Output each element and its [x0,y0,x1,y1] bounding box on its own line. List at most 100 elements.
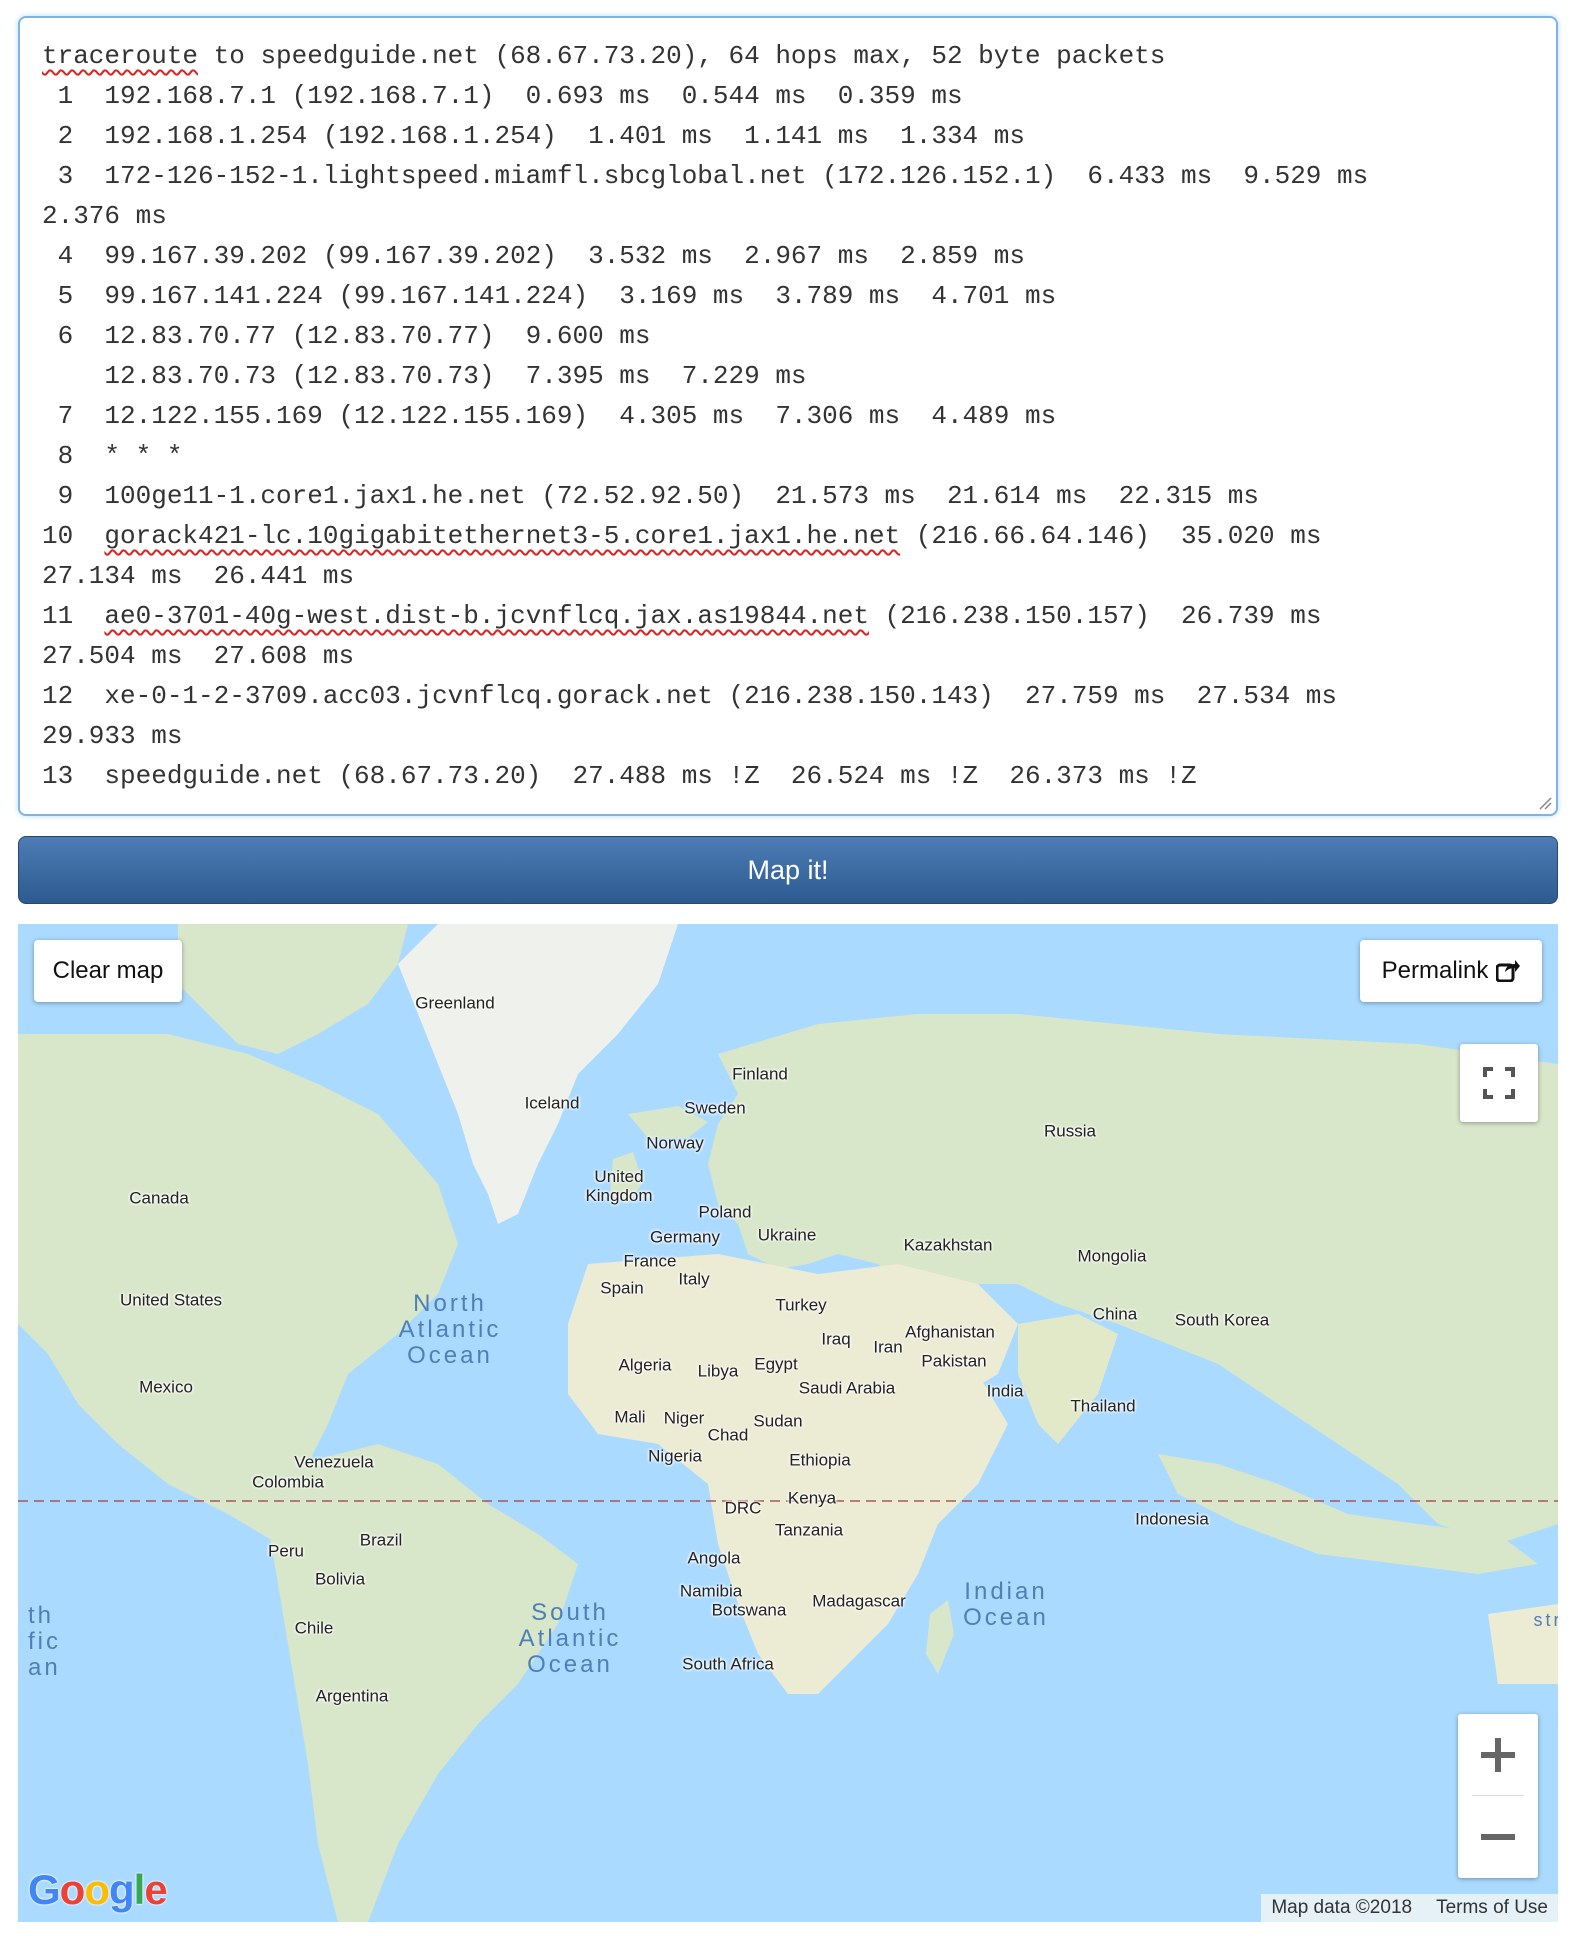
line-text: 27.504 ms 27.608 ms [42,641,355,671]
traceroute-textarea[interactable]: traceroute to speedguide.net (68.67.73.2… [18,16,1558,816]
label-kenya: Kenya [787,1488,837,1508]
label-colombia: Colombia [252,1472,324,1492]
label-russia: Russia [1044,1121,1096,1141]
label-iran: Iran [873,1337,903,1357]
label-egypt: Egypt [754,1354,798,1374]
traceroute-line: 3 172-126-152-1.lightspeed.miamfl.sbcglo… [42,156,1534,196]
label-indonesia: Indonesia [1135,1509,1209,1529]
label-united-states: United States [119,1290,223,1310]
label-chile: Chile [294,1618,334,1638]
label-norway: Norway [646,1133,704,1153]
clear-map-button[interactable]: Clear map [34,940,182,1002]
line-text: 13 speedguide.net (68.67.73.20) 27.488 m… [42,761,1197,791]
label-ethiopia: Ethiopia [789,1450,851,1470]
spellcheck-underlined-text: traceroute [42,41,199,71]
label-north-atlantic-ocean: North Atlantic Ocean [398,1290,502,1369]
label-mongolia: Mongolia [1077,1246,1147,1266]
traceroute-line: 4 99.167.39.202 (99.167.39.202) 3.532 ms… [42,236,1534,276]
label-drc: DRC [724,1498,762,1518]
label-kazakhstan: Kazakhstan [903,1235,993,1255]
minus-icon [1481,1834,1515,1840]
map-data-credit: Map data ©2018 [1271,1897,1413,1918]
traceroute-line: 13 speedguide.net (68.67.73.20) 27.488 m… [42,756,1534,796]
line-text: 2 192.168.1.254 (192.168.1.254) 1.401 ms… [42,121,1025,151]
world-map[interactable]: Greenland Iceland Finland Sweden Norway … [18,924,1558,1922]
line-text: 27.134 ms 26.441 ms [42,561,355,591]
label-bolivia: Bolivia [314,1569,366,1589]
label-argentina: Argentina [315,1686,389,1706]
traceroute-line: 2 192.168.1.254 (192.168.1.254) 1.401 ms… [42,116,1534,156]
fullscreen-button[interactable] [1460,1044,1538,1122]
label-australia-partial: str [1533,1610,1559,1630]
line-text: 6 12.83.70.77 (12.83.70.77) 9.600 ms [42,321,651,351]
label-greenland: Greenland [415,993,495,1013]
label-india: India [986,1381,1024,1401]
line-text: 12.83.70.73 (12.83.70.73) 7.395 ms 7.229… [42,361,807,391]
line-text: 1 192.168.7.1 (192.168.7.1) 0.693 ms 0.5… [42,81,963,111]
label-united-kingdom: United Kingdom [585,1167,653,1205]
label-south-pacific-ocean-partial: th fic an [28,1602,61,1681]
line-text: 9 100ge11-1.core1.jax1.he.net (72.52.92.… [42,481,1259,511]
label-south-korea: South Korea [1174,1310,1270,1330]
traceroute-line: 27.134 ms 26.441 ms [42,556,1534,596]
traceroute-line: 8 * * * [42,436,1534,476]
traceroute-line: 5 99.167.141.224 (99.167.141.224) 3.169 … [42,276,1534,316]
traceroute-line: 7 12.122.155.169 (12.122.155.169) 4.305 … [42,396,1534,436]
label-germany: Germany [650,1227,720,1247]
line-prefix: 11 [42,601,105,631]
terms-of-use-link[interactable]: Terms of Use [1436,1897,1548,1919]
line-text: 2.376 ms [42,201,167,231]
line-text: (216.66.64.146) 35.020 ms [900,521,1322,551]
spellcheck-underlined-text: ae0-3701-40g-west.dist-b.jcvnflcq.jax.as… [104,601,869,631]
spellcheck-underlined-text: gorack421-lc.10gigabitethernet3-5.core1.… [104,521,901,551]
resize-handle-icon[interactable] [1536,794,1552,810]
label-poland: Poland [698,1202,752,1222]
traceroute-text: traceroute to speedguide.net (68.67.73.2… [42,36,1534,796]
line-text: 3 172-126-152-1.lightspeed.miamfl.sbcglo… [42,161,1369,191]
label-sweden: Sweden [684,1098,746,1118]
label-peru: Peru [268,1541,304,1561]
label-ukraine: Ukraine [757,1225,817,1245]
share-icon [1496,960,1521,982]
label-tanzania: Tanzania [774,1520,844,1540]
map-it-button[interactable]: Map it! [18,836,1558,904]
line-text: 8 * * * [42,441,183,471]
label-iraq: Iraq [821,1329,851,1349]
label-botswana: Botswana [711,1600,787,1620]
traceroute-line: 6 12.83.70.77 (12.83.70.77) 9.600 ms [42,316,1534,356]
traceroute-line: 27.504 ms 27.608 ms [42,636,1534,676]
label-china: China [1092,1304,1138,1324]
label-canada: Canada [129,1188,189,1208]
line-text: 5 99.167.141.224 (99.167.141.224) 3.169 … [42,281,1057,311]
traceroute-line: 9 100ge11-1.core1.jax1.he.net (72.52.92.… [42,476,1534,516]
label-libya: Libya [697,1361,739,1381]
label-sudan: Sudan [753,1411,803,1431]
label-brazil: Brazil [359,1530,403,1550]
label-madagascar: Madagascar [812,1591,906,1611]
traceroute-line: 10 gorack421-lc.10gigabitethernet3-5.cor… [42,516,1534,556]
label-chad: Chad [707,1425,749,1445]
google-logo: Google [28,1866,168,1913]
label-afghanistan: Afghanistan [905,1322,995,1342]
label-venezuela: Venezuela [294,1452,374,1472]
zoom-in-button[interactable] [1458,1714,1538,1796]
label-thailand: Thailand [1070,1396,1136,1416]
fullscreen-icon [1483,1067,1515,1099]
traceroute-line: 12 xe-0-1-2-3709.acc03.jcvnflcq.gorack.n… [42,676,1534,716]
line-text: 29.933 ms [42,721,183,751]
traceroute-line: 1 192.168.7.1 (192.168.7.1) 0.693 ms 0.5… [42,76,1534,116]
label-indian-ocean: Indian Ocean [963,1578,1049,1631]
permalink-button[interactable]: Permalink [1360,940,1542,1002]
plus-icon [1481,1738,1515,1772]
label-algeria: Algeria [618,1355,672,1375]
traceroute-line: 11 ae0-3701-40g-west.dist-b.jcvnflcq.jax… [42,596,1534,636]
label-niger: Niger [663,1408,705,1428]
line-prefix: 10 [42,521,105,551]
label-finland: Finland [732,1064,788,1084]
line-text: to speedguide.net (68.67.73.20), 64 hops… [198,41,1166,71]
label-mexico: Mexico [139,1377,193,1397]
zoom-out-button[interactable] [1458,1796,1538,1878]
label-france: France [623,1251,677,1271]
line-text: 7 12.122.155.169 (12.122.155.169) 4.305 … [42,401,1057,431]
label-south-africa: South Africa [682,1654,774,1674]
